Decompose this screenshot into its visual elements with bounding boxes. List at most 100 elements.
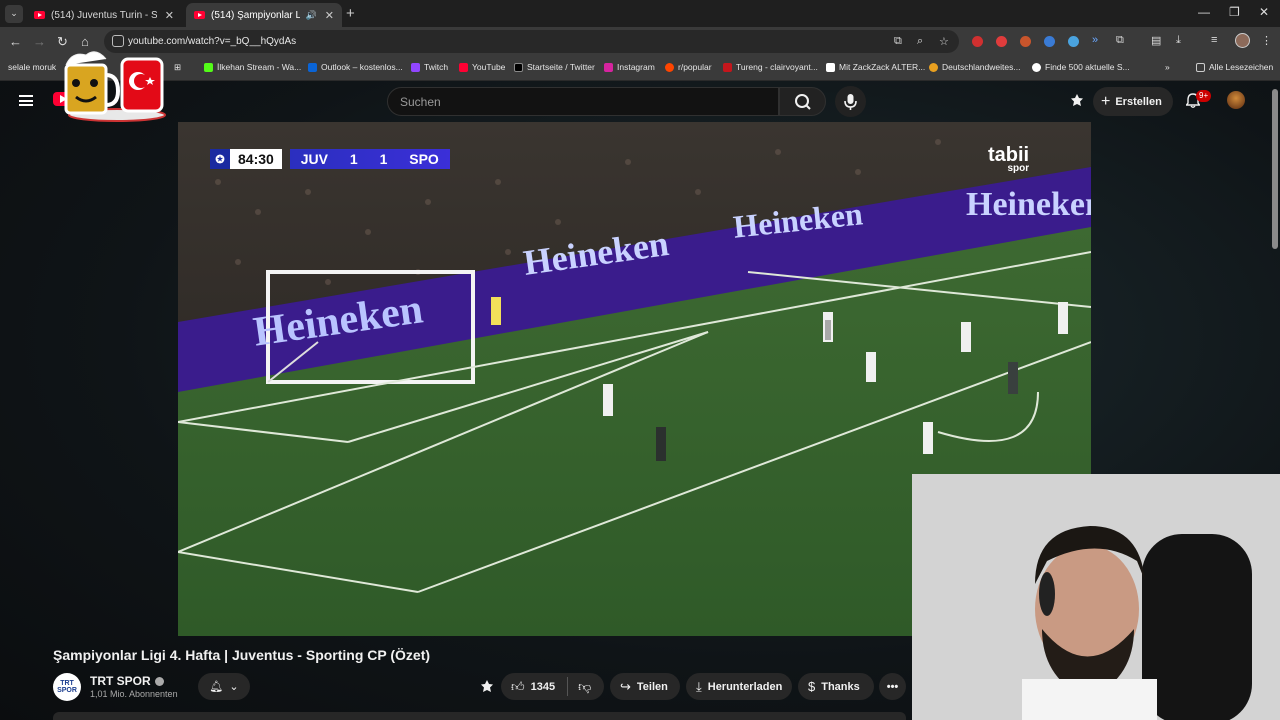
speaker-icon[interactable]: 🔊	[306, 10, 317, 21]
close-icon[interactable]: ✕	[325, 9, 334, 22]
bookmarks-bar: selale moruk ⊞ İlkehan Stream - Wa... Ou…	[0, 56, 1280, 81]
zoom-icon[interactable]: ⌕	[917, 35, 923, 48]
thanks-button[interactable]: $ Thanks	[798, 673, 874, 700]
minimize-icon[interactable]: —	[1198, 5, 1210, 19]
page-scrollbar[interactable]	[1272, 89, 1278, 249]
premium-gift-icon[interactable]	[479, 679, 495, 695]
new-tab-button[interactable]: +	[346, 5, 355, 22]
kebab-menu-icon[interactable]: ⋮	[1261, 34, 1272, 47]
share-icon: ↪	[620, 678, 631, 694]
apps-grid-icon[interactable]: ⊞	[174, 62, 181, 73]
youtube-page: Suchen + Erstellen 9+ Heineken Heineken …	[0, 51, 1280, 720]
more-bookmarks-icon[interactable]: »	[1165, 62, 1170, 72]
channel-avatar[interactable]: TRT SPOR	[53, 673, 81, 701]
download-label: Herunterladen	[707, 680, 783, 693]
thanks-label: Thanks	[821, 680, 860, 693]
share-button[interactable]: ↪ Teilen	[610, 673, 680, 700]
kick-icon	[204, 62, 213, 72]
dislike-icon[interactable]: 👎︎	[578, 679, 591, 695]
extension-icon[interactable]	[1020, 36, 1031, 47]
verified-icon	[154, 676, 164, 686]
search-icon	[795, 94, 811, 110]
tab-juventus-sporting[interactable]: (514) Juventus Turin - Sporting ✕	[26, 3, 182, 27]
description-box[interactable]	[53, 712, 906, 720]
globe-icon	[929, 62, 938, 72]
info-icon	[1032, 62, 1041, 72]
bookmark-item[interactable]: Tureng - clairvoyant...	[723, 62, 818, 72]
twitch-icon	[411, 62, 420, 72]
away-team: SPO	[409, 151, 439, 167]
folder-icon	[1196, 62, 1205, 72]
profile-avatar[interactable]	[1235, 33, 1250, 48]
tab-title: (514) Şampiyonlar Ligi 4. Ha	[211, 9, 300, 21]
create-button[interactable]: + Erstellen	[1093, 87, 1173, 116]
ad-board-heineken: Heineken	[966, 186, 1091, 223]
like-icon[interactable]: 👍︎	[511, 679, 525, 695]
extension-icon[interactable]	[1044, 36, 1055, 47]
install-app-icon[interactable]: ⧉	[894, 35, 902, 48]
extension-icon[interactable]	[1068, 36, 1079, 47]
home-team: JUV	[300, 151, 328, 167]
voice-search-button[interactable]	[835, 86, 866, 117]
bookmark-item[interactable]: İlkehan Stream - Wa...	[204, 62, 301, 72]
close-window-icon[interactable]: ✕	[1259, 5, 1269, 19]
bookmark-item[interactable]: Mit ZackZack ALTER...	[826, 62, 925, 72]
premium-gift-icon[interactable]	[1069, 93, 1085, 109]
extensions-puzzle-icon[interactable]: ⧉	[1116, 34, 1124, 47]
bookmark-item[interactable]: selale moruk	[8, 62, 56, 72]
subscription-bell-button[interactable]: 🔔︎ ⌄	[198, 673, 250, 700]
restore-icon[interactable]: ❐	[1229, 5, 1240, 19]
bookmark-item[interactable]: Outlook – kostenlos...	[308, 62, 403, 72]
download-icon[interactable]: ⤓	[1176, 34, 1181, 47]
thanks-icon: $	[808, 679, 816, 694]
address-bar: ← → ↻ ⌂ youtube.com/watch?v=_bQ__hQydAs …	[0, 27, 1280, 56]
search-input[interactable]: Suchen	[387, 87, 779, 116]
extension-icon[interactable]	[972, 36, 983, 47]
youtube-icon	[459, 62, 468, 72]
reddit-icon	[665, 62, 674, 72]
chevron-down-icon: ⌄	[10, 8, 18, 18]
outlook-icon	[308, 62, 317, 72]
bookmark-item[interactable]: r/popular	[665, 62, 712, 72]
channel-name-link[interactable]: TRT SPOR	[90, 674, 164, 688]
close-icon[interactable]: ✕	[165, 9, 174, 22]
search-placeholder: Suchen	[400, 95, 441, 109]
home-score: 1	[349, 151, 358, 167]
microphone-icon	[844, 94, 857, 110]
bookmark-item[interactable]: Finde 500 aktuelle S...	[1032, 62, 1130, 72]
like-dislike-group: 👍︎ 1345 👎︎	[501, 673, 604, 700]
tab-title: (514) Juventus Turin - Sporting	[51, 9, 157, 21]
more-horizontal-icon: •••	[886, 680, 899, 693]
bookmark-item[interactable]: Deutschlandweites...	[929, 62, 1020, 72]
extension-icon[interactable]: »	[1092, 34, 1098, 46]
forward-icon[interactable]: →	[33, 34, 46, 49]
youtube-favicon-icon	[34, 11, 45, 19]
tab-search-button[interactable]: ⌄	[5, 4, 23, 23]
search-button[interactable]	[779, 87, 826, 116]
create-label: Erstellen	[1115, 95, 1162, 108]
download-icon: ⤓	[696, 678, 702, 694]
menu-icon[interactable]	[19, 95, 33, 106]
chevron-down-icon: ⌄	[229, 681, 239, 693]
all-bookmarks-folder[interactable]: Alle Lesezeichen	[1196, 62, 1273, 72]
account-avatar[interactable]	[1227, 91, 1245, 109]
tab-sampiyonlar-ligi[interactable]: (514) Şampiyonlar Ligi 4. Ha 🔊 ✕	[186, 3, 342, 27]
omnibox[interactable]: youtube.com/watch?v=_bQ__hQydAs ⧉ ⌕ ☆	[104, 30, 959, 53]
share-label: Teilen	[636, 680, 668, 693]
extension-icon[interactable]	[996, 36, 1007, 47]
bookmark-item[interactable]: Instagram	[604, 62, 655, 72]
bookmark-item[interactable]: Startseite / Twitter	[514, 62, 595, 72]
bookmark-item[interactable]: Twitch	[411, 62, 448, 72]
beer-flag-sticker-icon	[64, 51, 166, 122]
x-twitter-icon	[514, 62, 523, 72]
tureng-icon	[723, 62, 732, 72]
bookmark-item[interactable]: YouTube	[459, 62, 505, 72]
notification-count-badge: 9+	[1196, 90, 1212, 102]
more-actions-button[interactable]: •••	[879, 673, 906, 700]
bookmark-star-icon[interactable]: ☆	[939, 35, 949, 48]
download-button[interactable]: ⤓ Herunterladen	[686, 673, 792, 700]
like-count[interactable]: 1345	[531, 681, 555, 693]
back-icon[interactable]: ←	[9, 34, 22, 49]
media-control-icon[interactable]: ≡	[1211, 34, 1217, 46]
side-panel-icon[interactable]: ▤	[1151, 34, 1161, 47]
